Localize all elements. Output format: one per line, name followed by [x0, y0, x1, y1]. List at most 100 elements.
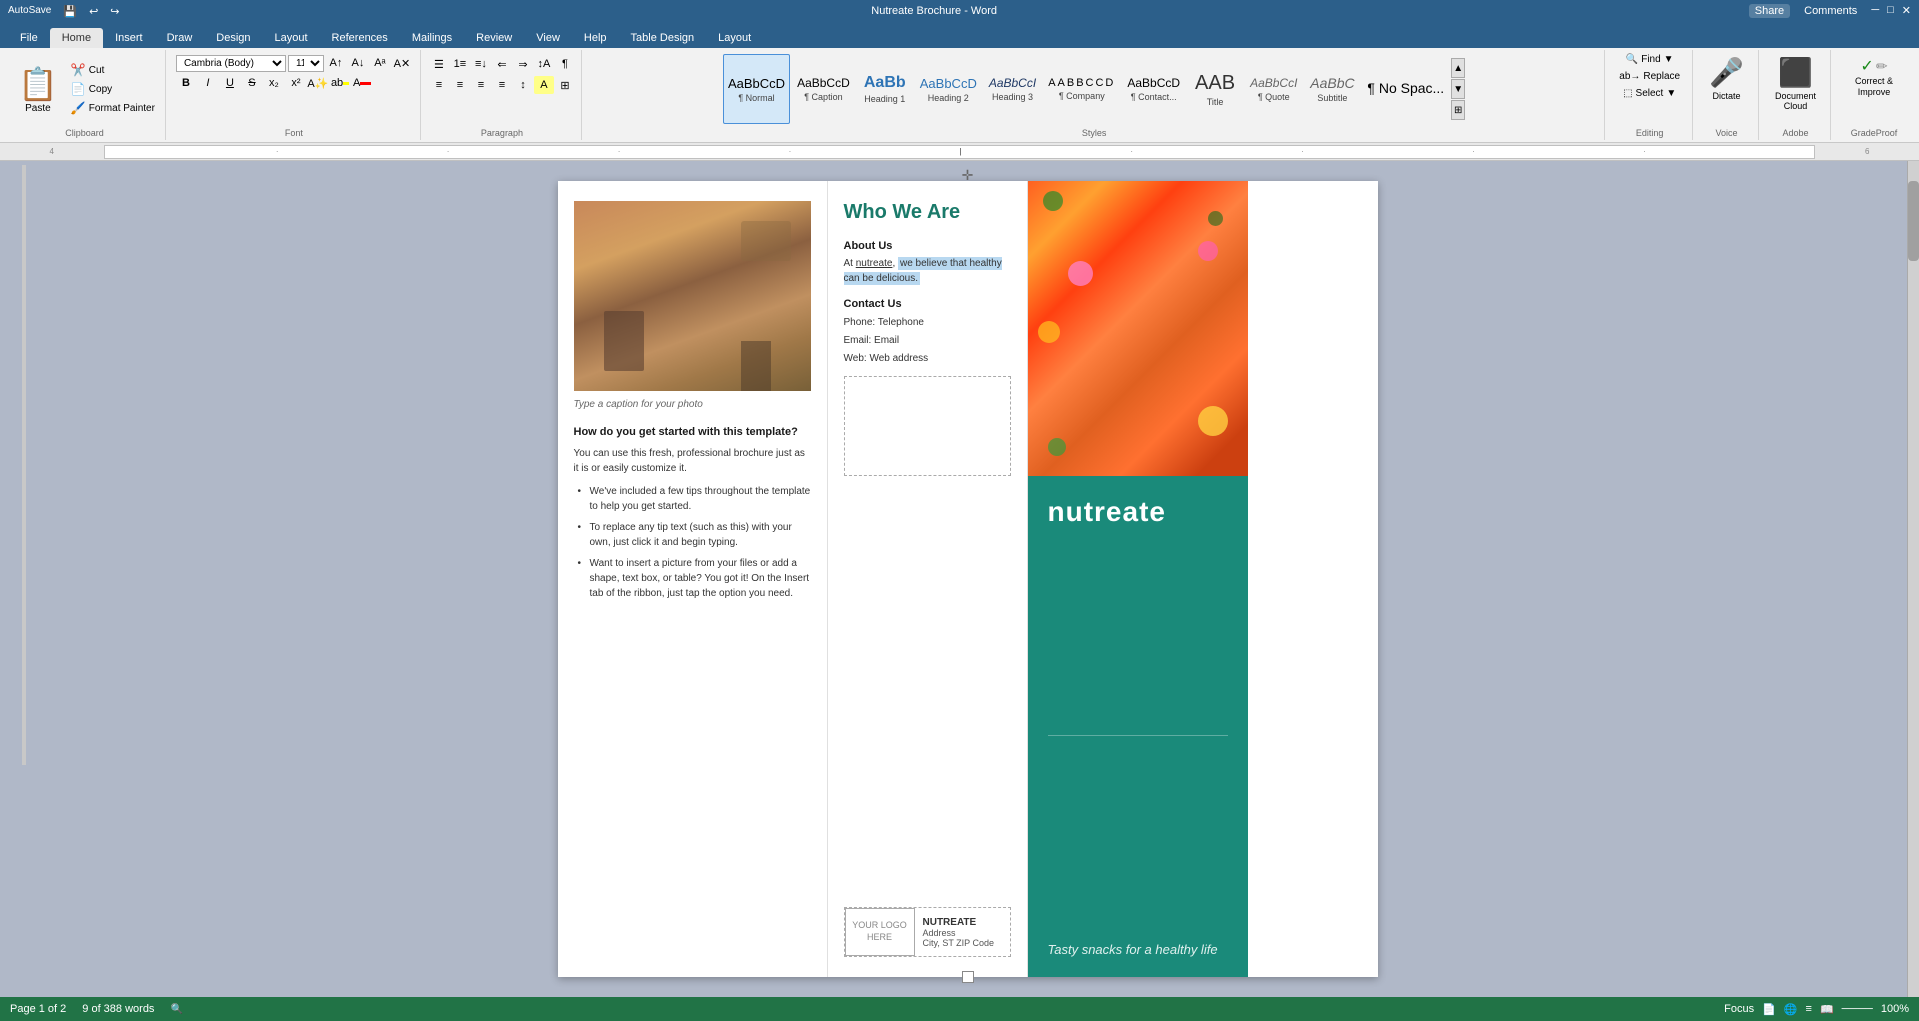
style-heading3-label: Heading 3 [992, 92, 1033, 102]
bullets-button[interactable]: ☰ [429, 55, 449, 73]
find-button[interactable]: 🔍 Find ▼ [1620, 52, 1680, 67]
font-size-select[interactable]: 11 [288, 55, 324, 72]
style-company[interactable]: AABBCCD ¶ Company [1043, 54, 1120, 124]
zoom-slider[interactable]: ──── [1842, 1003, 1873, 1015]
style-title[interactable]: AAB Title [1187, 54, 1243, 124]
nutreate-link[interactable]: nutreate [856, 258, 893, 269]
quick-access-undo[interactable]: ↩ [89, 5, 98, 18]
microphone-icon: 🎤 [1709, 56, 1744, 89]
focus-button[interactable]: Focus [1724, 1003, 1754, 1015]
style-quote-label: ¶ Quote [1258, 92, 1290, 102]
styles-expand[interactable]: ⊞ [1451, 100, 1465, 120]
share-button[interactable]: Share [1749, 4, 1790, 18]
format-painter-button[interactable]: 🖌️ Format Painter [67, 99, 159, 117]
font-decrease-button[interactable]: A↓ [348, 54, 368, 72]
document-scrollbar[interactable] [1907, 161, 1919, 997]
shading-button[interactable]: A [534, 76, 554, 94]
language-indicator: 🔍 [170, 1004, 182, 1015]
style-heading2[interactable]: AaBbCcD Heading 2 [915, 54, 982, 124]
tab-mailings[interactable]: Mailings [400, 28, 464, 48]
replace-button[interactable]: ab→ Replace [1613, 69, 1686, 84]
find-dropdown[interactable]: ▼ [1664, 54, 1674, 65]
font-increase-button[interactable]: A↑ [326, 54, 346, 72]
decrease-indent-button[interactable]: ⇐ [492, 55, 512, 73]
tab-file[interactable]: File [8, 28, 50, 48]
tab-review[interactable]: Review [464, 28, 524, 48]
left-column: Type a caption for your photo How do you… [558, 181, 828, 977]
sort-button[interactable]: ↕A [534, 55, 554, 73]
style-normal[interactable]: AaBbCcD ¶ Normal [723, 54, 790, 124]
multilevel-button[interactable]: ≡↓ [471, 55, 491, 73]
correct-improve-button[interactable]: ✓ ✏ Correct &Improve [1839, 52, 1909, 102]
italic-button[interactable]: I [198, 74, 218, 92]
document-cloud-button[interactable]: ⬛ DocumentCloud [1767, 52, 1824, 115]
comments-button[interactable]: Comments [1798, 4, 1863, 18]
tab-references[interactable]: References [320, 28, 400, 48]
align-center-button[interactable]: ≡ [450, 76, 470, 94]
justify-button[interactable]: ≡ [492, 76, 512, 94]
scrollbar-thumb[interactable] [1908, 181, 1919, 261]
quick-access-redo[interactable]: ↪ [110, 5, 119, 18]
increase-indent-button[interactable]: ⇒ [513, 55, 533, 73]
paste-button[interactable]: 📋 Paste [10, 61, 66, 118]
styles-scroll-down[interactable]: ▼ [1451, 79, 1465, 99]
about-text: At nutreate, we believe that healthy can… [844, 256, 1011, 286]
view-read-button[interactable]: 📖 [1820, 1003, 1834, 1016]
select-dropdown[interactable]: ▼ [1666, 88, 1676, 99]
style-company-label: ¶ Company [1059, 91, 1105, 101]
style-heading3[interactable]: AaBbCcI Heading 3 [984, 54, 1041, 124]
font-color-button[interactable]: A [352, 74, 372, 92]
cut-button[interactable]: ✂️ Cut [67, 61, 159, 79]
style-quote[interactable]: AaBbCcI ¶ Quote [1245, 54, 1302, 124]
tab-view[interactable]: View [524, 28, 572, 48]
font-name-select[interactable]: Cambria (Body) [176, 55, 286, 72]
document-area[interactable]: ✛ Type a caption for your photo [28, 161, 1907, 997]
align-right-button[interactable]: ≡ [471, 76, 491, 94]
align-left-button[interactable]: ≡ [429, 76, 449, 94]
clear-formatting-button[interactable]: A✕ [392, 54, 412, 72]
show-hide-button[interactable]: ¶ [555, 55, 575, 73]
tab-design[interactable]: Design [204, 28, 262, 48]
select-button[interactable]: ⬚ Select ▼ [1617, 86, 1682, 101]
copy-button[interactable]: 📄 Copy [67, 80, 159, 98]
tab-layout2[interactable]: Layout [706, 28, 763, 48]
phone-text: Phone: Telephone [844, 314, 1011, 332]
style-heading1[interactable]: AaBb Heading 1 [857, 54, 913, 124]
style-heading1-preview: AaBb [864, 74, 906, 92]
line-spacing-button[interactable]: ↕ [513, 76, 533, 94]
view-print-button[interactable]: 📄 [1762, 1003, 1776, 1016]
superscript-button[interactable]: x² [286, 74, 306, 92]
styles-scroll-up[interactable]: ▲ [1451, 58, 1465, 78]
strikethrough-button[interactable]: S [242, 74, 262, 92]
underline-button[interactable]: U [220, 74, 240, 92]
document-cloud-label: DocumentCloud [1775, 91, 1816, 111]
tab-help[interactable]: Help [572, 28, 619, 48]
view-outline-button[interactable]: ≡ [1806, 1003, 1812, 1015]
subscript-button[interactable]: x₂ [264, 74, 284, 92]
page-resize-handle-bottom[interactable] [962, 971, 974, 983]
view-web-button[interactable]: 🌐 [1784, 1003, 1798, 1016]
style-nospace[interactable]: ¶ No Spac... [1362, 54, 1449, 124]
style-contact[interactable]: AaBbCcD ¶ Contact... [1122, 54, 1185, 124]
bullet-1: We've included a few tips throughout the… [574, 484, 811, 514]
text-effects-button[interactable]: A✨ [308, 74, 328, 92]
style-caption[interactable]: AaBbCcD ¶ Caption [792, 54, 855, 124]
highlight-color-button[interactable]: ab [330, 74, 350, 92]
quick-access-save[interactable]: 💾 [63, 5, 77, 18]
tab-insert[interactable]: Insert [103, 28, 155, 48]
maximize-button[interactable]: □ [1887, 4, 1894, 18]
tab-draw[interactable]: Draw [155, 28, 205, 48]
close-button[interactable]: ✕ [1902, 4, 1911, 18]
style-subtitle[interactable]: AaBbC Subtitle [1304, 54, 1360, 124]
borders-button[interactable]: ⊞ [555, 76, 575, 94]
bold-button[interactable]: B [176, 74, 196, 92]
dictate-button[interactable]: 🎤 Dictate [1701, 52, 1752, 105]
tab-table-design[interactable]: Table Design [619, 28, 707, 48]
tab-layout[interactable]: Layout [263, 28, 320, 48]
tab-home[interactable]: Home [50, 28, 103, 48]
company-name: NUTREATE [923, 917, 1002, 928]
bullet-2: To replace any tip text (such as this) w… [574, 520, 811, 550]
numbering-button[interactable]: 1≡ [450, 55, 470, 73]
minimize-button[interactable]: ─ [1871, 4, 1879, 18]
change-case-button[interactable]: Aᵃ [370, 54, 390, 72]
